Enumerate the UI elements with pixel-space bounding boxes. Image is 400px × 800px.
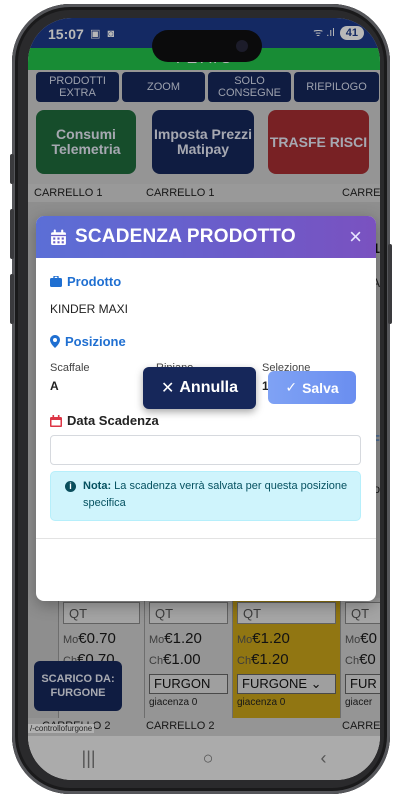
prodotto-value: KINDER MAXI xyxy=(50,302,129,316)
close-icon[interactable]: × xyxy=(349,224,362,250)
data-scadenza-label: Data Scadenza xyxy=(50,413,159,428)
phone-screen: 15:07 ▣ ◙ ᯤ .ıl 41 PE ATO PRODOTTI EXTRA… xyxy=(28,18,380,780)
modal-title: SCADENZA PRODOTTO xyxy=(75,226,296,247)
data-scadenza-input[interactable] xyxy=(50,435,361,465)
camera-icon xyxy=(236,40,248,52)
dynamic-island xyxy=(152,30,262,62)
posizione-section-label: Posizione xyxy=(50,334,126,349)
prodotto-section-label: Prodotto xyxy=(50,274,121,289)
power-button xyxy=(388,244,392,324)
action-button xyxy=(10,154,14,184)
calendar-icon xyxy=(51,229,66,245)
scaffale-label: Scaffale xyxy=(50,362,90,374)
salva-button[interactable]: ✓ Salva xyxy=(268,371,356,404)
info-icon: i xyxy=(65,481,76,492)
calendar-red-icon xyxy=(50,414,62,427)
box-icon xyxy=(50,276,62,287)
modal-footer-divider xyxy=(36,538,376,539)
volume-up-button xyxy=(10,209,14,259)
info-note: i Nota: La scadenza verrà salvata per qu… xyxy=(50,471,361,521)
volume-down-button xyxy=(10,274,14,324)
modal-header: SCADENZA PRODOTTO × xyxy=(36,216,376,258)
map-pin-icon xyxy=(50,335,60,348)
scaffale-value: A xyxy=(50,379,59,393)
close-icon: ✕ xyxy=(160,380,175,397)
annulla-button[interactable]: ✕ Annulla xyxy=(143,367,256,409)
check-icon: ✓ xyxy=(285,379,298,395)
